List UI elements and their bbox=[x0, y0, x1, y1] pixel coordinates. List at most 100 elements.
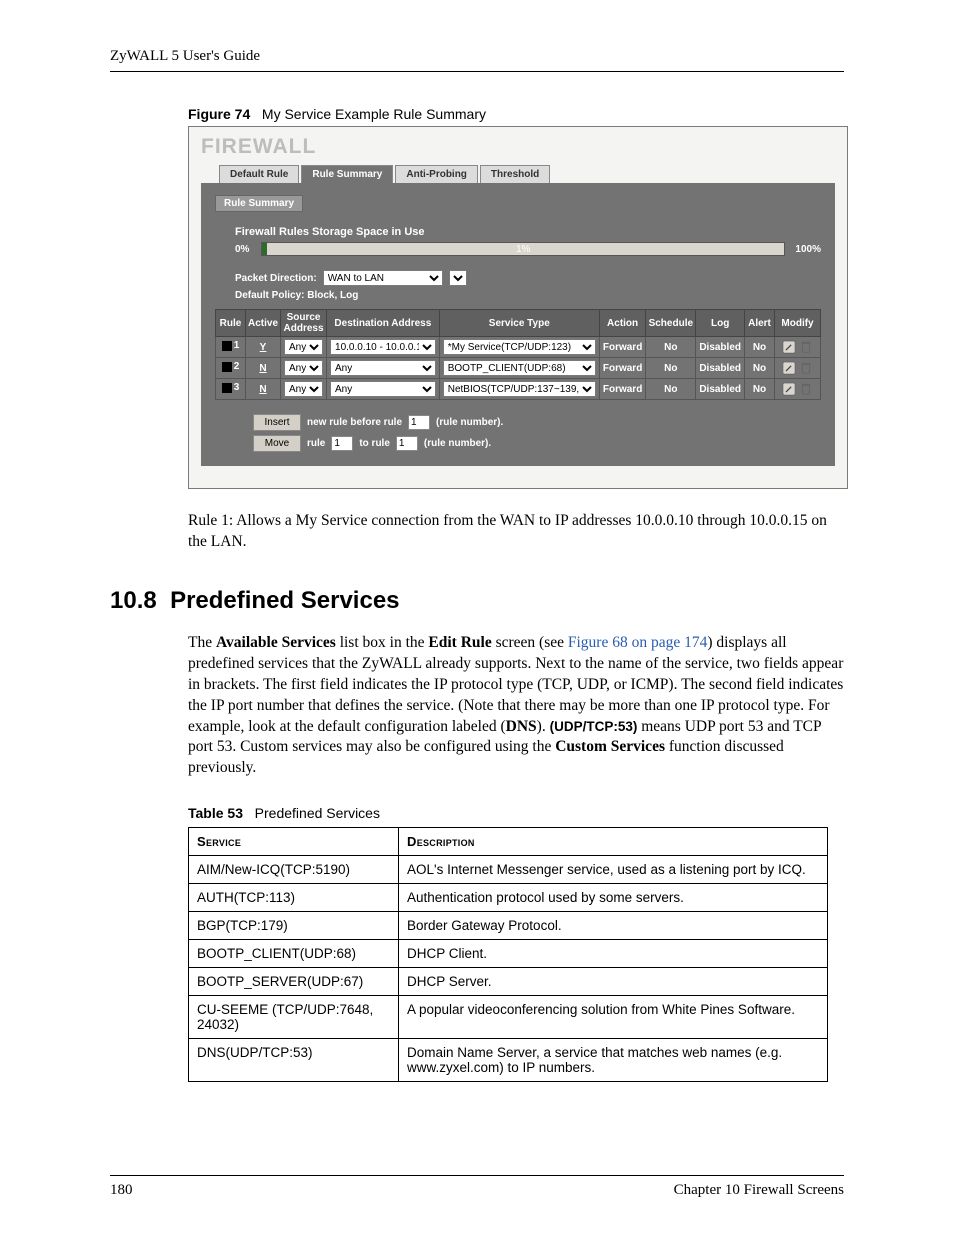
table-row: 2NAnyAnyBOOTP_CLIENT(UDP:68)ForwardNoDis… bbox=[216, 358, 821, 379]
col-modify: Modify bbox=[775, 310, 821, 337]
rule-active[interactable]: N bbox=[246, 379, 281, 400]
service-description: Domain Name Server, a service that match… bbox=[399, 1039, 828, 1082]
table-row: 1YAny 10.0.0.10 - 10.0.0.15 *My Service(TC… bbox=[216, 337, 821, 358]
predefined-services-table: Service Description AIM/New-ICQ(TCP:5190… bbox=[188, 827, 828, 1082]
rule-active[interactable]: Y bbox=[246, 337, 281, 358]
edit-icon[interactable] bbox=[782, 361, 796, 375]
storage-fill bbox=[262, 243, 267, 255]
service-name: AIM/New-ICQ(TCP:5190) bbox=[189, 856, 399, 884]
move-to[interactable] bbox=[396, 436, 418, 451]
packet-direction-extra[interactable] bbox=[449, 270, 467, 286]
service-type-select[interactable]: NetBIOS(TCP/UDP:137~139,445) bbox=[443, 381, 596, 397]
table-row: AIM/New-ICQ(TCP:5190)AOL's Internet Mess… bbox=[189, 856, 828, 884]
service-description: DHCP Client. bbox=[399, 940, 828, 968]
table-title: Predefined Services bbox=[255, 805, 380, 821]
figure-title: My Service Example Rule Summary bbox=[262, 106, 486, 122]
source-address-select[interactable]: Any bbox=[284, 360, 323, 376]
rule-alert: No bbox=[745, 379, 775, 400]
table-row: CU-SEEME (TCP/UDP:7648, 24032)A popular … bbox=[189, 996, 828, 1039]
rule-action: Forward bbox=[599, 358, 645, 379]
service-type-select[interactable]: BOOTP_CLIENT(UDP:68) bbox=[443, 360, 596, 376]
table-caption: Table 53 Predefined Services bbox=[188, 805, 844, 821]
service-name: BOOTP_SERVER(UDP:67) bbox=[189, 968, 399, 996]
table-label: Table 53 bbox=[188, 805, 243, 821]
service-name: AUTH(TCP:113) bbox=[189, 884, 399, 912]
rule-active[interactable]: N bbox=[246, 358, 281, 379]
destination-address-select[interactable]: 10.0.0.10 - 10.0.0.15 bbox=[330, 339, 436, 355]
rule-schedule: No bbox=[646, 379, 696, 400]
rule-handle-icon[interactable] bbox=[222, 341, 232, 351]
section-number: 10.8 bbox=[110, 587, 157, 614]
rule-handle-icon[interactable] bbox=[222, 362, 232, 372]
insert-rule-number[interactable] bbox=[408, 415, 430, 430]
figure-link[interactable]: Figure 68 on page 174 bbox=[568, 634, 707, 651]
service-description: AOL's Internet Messenger service, used a… bbox=[399, 856, 828, 884]
app-title: FIREWALL bbox=[201, 135, 835, 159]
tab-bar: Default Rule Rule Summary Anti-Probing T… bbox=[219, 165, 835, 183]
col-rule: Rule bbox=[216, 310, 246, 337]
rule-schedule: No bbox=[646, 358, 696, 379]
rule-schedule: No bbox=[646, 337, 696, 358]
table-row: DNS(UDP/TCP:53)Domain Name Server, a ser… bbox=[189, 1039, 828, 1082]
predefined-services-paragraph: The Available Services list box in the E… bbox=[188, 633, 844, 779]
edit-icon[interactable] bbox=[782, 340, 796, 354]
edit-icon[interactable] bbox=[782, 382, 796, 396]
svc-col-description: Description bbox=[399, 828, 828, 856]
chapter-label: Chapter 10 Firewall Screens bbox=[674, 1182, 844, 1199]
tab-rule-summary[interactable]: Rule Summary bbox=[301, 165, 393, 183]
rule-action: Forward bbox=[599, 379, 645, 400]
figure-label: Figure 74 bbox=[188, 106, 250, 122]
service-description: Authentication protocol used by some ser… bbox=[399, 884, 828, 912]
service-name: CU-SEEME (TCP/UDP:7648, 24032) bbox=[189, 996, 399, 1039]
col-src: Source Address bbox=[281, 310, 327, 337]
move-button[interactable]: Move bbox=[253, 435, 301, 452]
section-heading: 10.8 Predefined Services bbox=[110, 587, 844, 615]
source-address-select[interactable]: Any bbox=[284, 381, 323, 397]
insert-text-2: (rule number). bbox=[436, 417, 503, 428]
rule-number: 2 bbox=[234, 361, 240, 372]
service-description: Border Gateway Protocol. bbox=[399, 912, 828, 940]
page-header: ZyWALL 5 User's Guide bbox=[110, 48, 844, 72]
storage-bar: 1% bbox=[261, 242, 785, 256]
pct-left: 0% bbox=[235, 244, 261, 255]
rule-alert: No bbox=[745, 337, 775, 358]
packet-direction-select[interactable]: WAN to LAN bbox=[323, 270, 443, 286]
delete-icon[interactable] bbox=[799, 340, 813, 354]
tab-threshold[interactable]: Threshold bbox=[480, 165, 550, 183]
service-description: A popular videoconferencing solution fro… bbox=[399, 996, 828, 1039]
source-address-select[interactable]: Any bbox=[284, 339, 323, 355]
col-dst: Destination Address bbox=[327, 310, 440, 337]
default-policy: Default Policy: Block, Log bbox=[235, 290, 821, 301]
insert-text-1: new rule before rule bbox=[307, 417, 402, 428]
insert-button[interactable]: Insert bbox=[253, 414, 301, 431]
rule-alert: No bbox=[745, 358, 775, 379]
destination-address-select[interactable]: Any bbox=[330, 360, 436, 376]
col-action: Action bbox=[599, 310, 645, 337]
rule-handle-icon[interactable] bbox=[222, 383, 232, 393]
rule-action: Forward bbox=[599, 337, 645, 358]
section-title: Predefined Services bbox=[170, 587, 399, 614]
move-from[interactable] bbox=[331, 436, 353, 451]
packet-direction-label: Packet Direction: bbox=[235, 273, 317, 284]
service-name: BGP(TCP:179) bbox=[189, 912, 399, 940]
table-row: BGP(TCP:179)Border Gateway Protocol. bbox=[189, 912, 828, 940]
delete-icon[interactable] bbox=[799, 361, 813, 375]
table-row: 3NAnyAnyNetBIOS(TCP/UDP:137~139,445)Forw… bbox=[216, 379, 821, 400]
table-row: BOOTP_SERVER(UDP:67)DHCP Server. bbox=[189, 968, 828, 996]
rules-table: Rule Active Source Address Destination A… bbox=[215, 309, 821, 400]
delete-icon[interactable] bbox=[799, 382, 813, 396]
table-row: AUTH(TCP:113)Authentication protocol use… bbox=[189, 884, 828, 912]
firewall-screenshot: FIREWALL Default Rule Rule Summary Anti-… bbox=[188, 126, 848, 489]
figure-caption: Figure 74 My Service Example Rule Summar… bbox=[188, 106, 844, 122]
service-name: DNS(UDP/TCP:53) bbox=[189, 1039, 399, 1082]
destination-address-select[interactable]: Any bbox=[330, 381, 436, 397]
service-description: DHCP Server. bbox=[399, 968, 828, 996]
tab-default-rule[interactable]: Default Rule bbox=[219, 165, 299, 183]
tab-panel: Rule Summary Firewall Rules Storage Spac… bbox=[201, 183, 835, 466]
svc-col-service: Service bbox=[189, 828, 399, 856]
service-type-select[interactable]: *My Service(TCP/UDP:123) bbox=[443, 339, 596, 355]
table-row: BOOTP_CLIENT(UDP:68)DHCP Client. bbox=[189, 940, 828, 968]
rule-log: Disabled bbox=[696, 379, 745, 400]
rule-number: 1 bbox=[234, 340, 240, 351]
tab-anti-probing[interactable]: Anti-Probing bbox=[395, 165, 478, 183]
